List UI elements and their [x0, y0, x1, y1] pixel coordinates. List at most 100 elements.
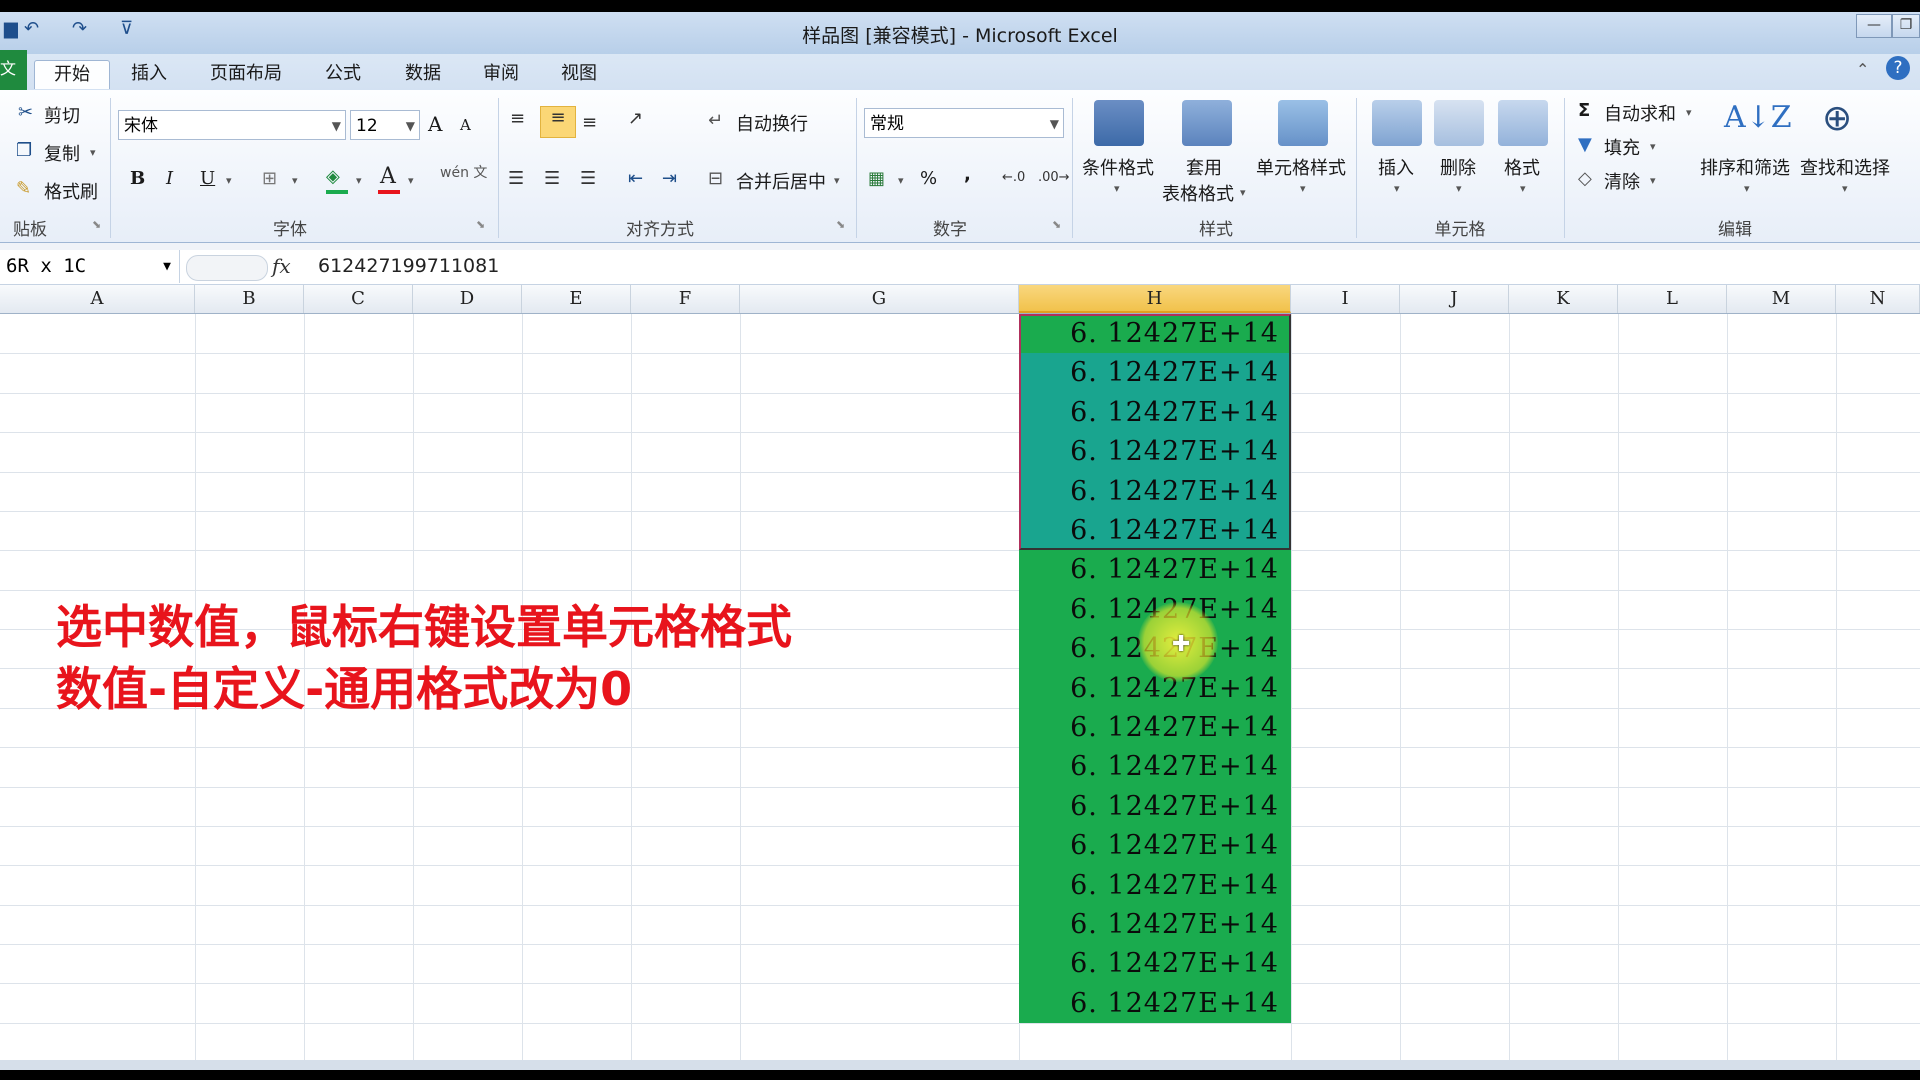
chevron-down-icon[interactable]: ▾	[898, 174, 904, 187]
align-left-icon[interactable]: ☰	[508, 168, 524, 189]
chevron-down-icon[interactable]: ▾	[292, 174, 298, 187]
tab-page-layout[interactable]: 页面布局	[196, 60, 296, 88]
insert-cells-button[interactable]: 插入	[1378, 154, 1414, 180]
clear-button[interactable]: 清除	[1604, 168, 1640, 194]
cell-styles-button[interactable]: 单元格样式	[1256, 154, 1346, 180]
grow-font-button[interactable]: A	[428, 112, 442, 136]
tab-data[interactable]: 数据	[390, 60, 456, 88]
tab-review[interactable]: 审阅	[468, 60, 534, 88]
chevron-down-icon[interactable]: ▾	[1114, 182, 1120, 195]
column-header-j[interactable]: J	[1400, 285, 1509, 313]
merge-center-button[interactable]: 合并后居中	[736, 168, 826, 194]
chevron-down-icon[interactable]: ▾	[1300, 182, 1306, 195]
increase-indent-icon[interactable]: ⇥	[662, 168, 677, 189]
column-header-c[interactable]: C	[304, 285, 413, 313]
column-header-b[interactable]: B	[195, 285, 304, 313]
column-header-g[interactable]: G	[740, 285, 1019, 313]
format-painter-button[interactable]: 格式刷	[44, 178, 98, 204]
tab-formulas[interactable]: 公式	[310, 60, 376, 88]
tab-view[interactable]: 视图	[546, 60, 612, 88]
column-header-k[interactable]: K	[1509, 285, 1618, 313]
chevron-down-icon[interactable]: ▾	[356, 174, 362, 187]
cut-button[interactable]: 剪切	[44, 102, 80, 128]
tab-home[interactable]: 开始	[34, 60, 110, 89]
column-header-m[interactable]: M	[1727, 285, 1836, 313]
cell-h11[interactable]: 6. 12427E+14	[1019, 708, 1291, 748]
chevron-down-icon[interactable]: ▾	[1520, 182, 1526, 195]
tab-file[interactable]: 文	[0, 50, 27, 90]
fill-button[interactable]: 填充	[1604, 134, 1640, 160]
align-top-icon[interactable]: ≡	[510, 108, 525, 129]
font-size-select[interactable]: 12 ▼	[350, 110, 420, 140]
dialog-launcher-icon[interactable]: ⬊	[836, 218, 845, 231]
percent-button[interactable]: %	[920, 168, 937, 189]
tab-insert[interactable]: 插入	[116, 60, 182, 88]
formula-bar-handle[interactable]	[186, 255, 268, 281]
maximize-button[interactable]: ❐	[1892, 14, 1920, 38]
font-color-icon[interactable]: A	[380, 164, 396, 189]
minimize-button[interactable]: —	[1856, 14, 1892, 38]
chevron-down-icon[interactable]: ▾	[90, 146, 96, 159]
fill-color-icon[interactable]: ◈	[326, 166, 340, 187]
phonetic-guide-icon[interactable]: wén 文	[440, 166, 487, 180]
italic-button[interactable]: I	[166, 168, 173, 189]
chevron-down-icon[interactable]: ▾	[1650, 174, 1656, 187]
column-header-f[interactable]: F	[631, 285, 740, 313]
find-select-button[interactable]: 查找和选择	[1800, 154, 1890, 180]
column-header-h[interactable]: H	[1019, 285, 1291, 313]
decrease-decimal-icon[interactable]: .00→	[1038, 170, 1070, 185]
formula-input[interactable]: 612427199711081	[318, 255, 499, 277]
column-header-d[interactable]: D	[413, 285, 522, 313]
column-header-e[interactable]: E	[522, 285, 631, 313]
chevron-down-icon[interactable]: ▾	[1744, 182, 1750, 195]
number-format-select[interactable]: 常规 ▼	[864, 108, 1064, 138]
bold-button[interactable]: B	[130, 168, 145, 189]
autosum-button[interactable]: 自动求和	[1604, 100, 1676, 126]
format-table-label-1[interactable]: 套用	[1186, 154, 1222, 180]
collapse-ribbon-icon[interactable]: ⌃	[1856, 60, 1869, 79]
chevron-down-icon[interactable]: ▾	[1240, 186, 1246, 199]
help-icon[interactable]: ?	[1886, 56, 1910, 80]
cell-h14[interactable]: 6. 12427E+14	[1019, 826, 1291, 866]
cell-h13[interactable]: 6. 12427E+14	[1019, 786, 1291, 827]
name-box[interactable]: 6R x 1C ▼	[0, 250, 180, 283]
column-header-l[interactable]: L	[1618, 285, 1727, 313]
chevron-down-icon[interactable]: ▾	[1394, 182, 1400, 195]
align-middle-icon[interactable]: ≡	[540, 106, 576, 138]
cell-h12[interactable]: 6. 12427E+14	[1019, 747, 1291, 787]
chevron-down-icon[interactable]: ▾	[226, 174, 232, 187]
dialog-launcher-icon[interactable]: ⬊	[92, 218, 101, 231]
format-table-label-2[interactable]: 表格格式	[1162, 180, 1234, 206]
column-header-a[interactable]: A	[0, 285, 195, 313]
cell-h7[interactable]: 6. 12427E+14	[1019, 550, 1291, 590]
shrink-font-button[interactable]: A	[460, 116, 471, 134]
column-header-i[interactable]: I	[1291, 285, 1400, 313]
copy-button[interactable]: 复制	[44, 140, 80, 166]
cell-h17[interactable]: 6. 12427E+14	[1019, 944, 1291, 984]
cell-h15[interactable]: 6. 12427E+14	[1019, 865, 1291, 905]
format-cells-button[interactable]: 格式	[1504, 154, 1540, 180]
align-bottom-icon[interactable]: ≡	[582, 112, 597, 133]
chevron-down-icon[interactable]: ▾	[408, 174, 414, 187]
increase-decimal-icon[interactable]: ←.0	[1002, 170, 1025, 185]
text-orientation-icon[interactable]: ↗	[628, 108, 643, 129]
underline-button[interactable]: U	[200, 168, 215, 189]
chevron-down-icon[interactable]: ▾	[1650, 140, 1656, 153]
comma-button[interactable]: ,	[964, 164, 971, 185]
dialog-launcher-icon[interactable]: ⬊	[1052, 218, 1061, 231]
dialog-launcher-icon[interactable]: ⬊	[476, 218, 485, 231]
border-icon[interactable]: ⊞	[262, 168, 277, 189]
column-header-n[interactable]: N	[1836, 285, 1920, 313]
align-center-icon[interactable]: ☰	[544, 168, 560, 189]
insert-function-button[interactable]: fx	[272, 254, 291, 278]
cell-h16[interactable]: 6. 12427E+14	[1019, 905, 1291, 945]
align-right-icon[interactable]: ☰	[580, 168, 596, 189]
chevron-down-icon[interactable]: ▾	[1456, 182, 1462, 195]
chevron-down-icon[interactable]: ▾	[834, 174, 840, 187]
currency-icon[interactable]: ▦	[868, 168, 885, 189]
font-name-select[interactable]: 宋体 ▼	[118, 110, 346, 140]
cell-h18[interactable]: 6. 12427E+14	[1019, 983, 1291, 1024]
delete-cells-button[interactable]: 删除	[1440, 154, 1476, 180]
chevron-down-icon[interactable]: ▾	[1686, 106, 1692, 119]
worksheet-grid[interactable]: 6. 12427E+14 6. 12427E+14 6. 12427E+14 6…	[0, 314, 1920, 1060]
